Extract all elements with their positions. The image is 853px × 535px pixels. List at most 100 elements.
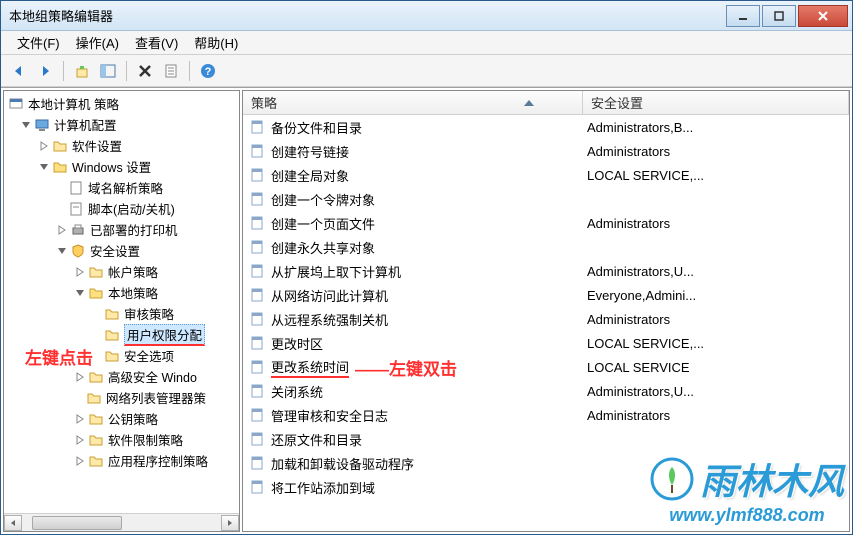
folder-icon [88, 411, 104, 427]
maximize-button[interactable] [762, 5, 796, 27]
expand-icon[interactable] [74, 434, 86, 446]
tree-network-list[interactable]: 网络列表管理器策 [4, 387, 239, 408]
expand-icon[interactable] [74, 371, 86, 383]
list-row[interactable]: 更改时区LOCAL SERVICE,... [243, 331, 849, 355]
annotation-left-click: 左键点击 [25, 344, 93, 369]
list-row[interactable]: 创建一个令牌对象 [243, 187, 849, 211]
policy-setting: Administrators [583, 408, 849, 423]
collapse-icon[interactable] [56, 245, 68, 257]
back-button[interactable] [7, 59, 31, 83]
folder-open-icon [88, 285, 104, 301]
folder-icon [104, 306, 120, 322]
folder-icon [52, 138, 68, 154]
tree-hscrollbar[interactable] [4, 513, 239, 531]
expand-icon[interactable] [74, 455, 86, 467]
forward-button[interactable] [33, 59, 57, 83]
column-label: 安全设置 [591, 93, 643, 112]
tree-software-restriction[interactable]: 软件限制策略 [4, 429, 239, 450]
tree-label: 网络列表管理器策 [106, 388, 206, 407]
tree-account-policies[interactable]: 帐户策略 [4, 261, 239, 282]
tree-app-control[interactable]: 应用程序控制策略 [4, 450, 239, 471]
policy-item-icon [249, 383, 265, 399]
scroll-left-button[interactable] [4, 515, 22, 531]
policy-name: 更改时区 [271, 334, 323, 353]
policy-setting: Administrators,U... [583, 384, 849, 399]
collapse-icon[interactable] [74, 287, 86, 299]
tree-public-key[interactable]: 公钥策略 [4, 408, 239, 429]
column-label: 策略 [251, 93, 277, 112]
tree-local-policies[interactable]: 本地策略 [4, 282, 239, 303]
menu-action[interactable]: 操作(A) [68, 31, 127, 54]
tree-software-settings[interactable]: 软件设置 [4, 135, 239, 156]
delete-button[interactable] [133, 59, 157, 83]
list-row[interactable]: 从网络访问此计算机Everyone,Admini... [243, 283, 849, 307]
list-row[interactable]: 更改系统时间——左键双击LOCAL SERVICE [243, 355, 849, 379]
scroll-thumb[interactable] [32, 516, 122, 530]
policy-setting: Administrators [583, 216, 849, 231]
up-button[interactable] [70, 59, 94, 83]
list-row[interactable]: 备份文件和目录Administrators,B... [243, 115, 849, 139]
tree-label: 域名解析策略 [88, 178, 163, 197]
policy-name: 创建一个令牌对象 [271, 190, 375, 209]
toolbar-separator [63, 61, 64, 81]
tree-security-settings[interactable]: 安全设置 [4, 240, 239, 261]
expand-icon[interactable] [38, 140, 50, 152]
collapse-icon[interactable] [20, 119, 32, 131]
tree-body: 本地计算机 策略 计算机配置 软件设置 Windows 设置 [4, 91, 239, 513]
column-policy[interactable]: 策略 [243, 91, 583, 114]
list-row[interactable]: 创建全局对象LOCAL SERVICE,... [243, 163, 849, 187]
tree-advanced-firewall[interactable]: 高级安全 Windo [4, 366, 239, 387]
list-row[interactable]: 管理审核和安全日志Administrators [243, 403, 849, 427]
tree-audit-policy[interactable]: 审核策略 [4, 303, 239, 324]
expand-icon[interactable] [74, 266, 86, 278]
properties-button[interactable] [159, 59, 183, 83]
collapse-icon[interactable] [38, 161, 50, 173]
tree-label: 高级安全 Windo [108, 367, 197, 386]
menu-file[interactable]: 文件(F) [9, 31, 68, 54]
list-row[interactable]: 创建一个页面文件Administrators [243, 211, 849, 235]
expand-icon[interactable] [74, 413, 86, 425]
titlebar: 本地组策略编辑器 [1, 1, 852, 31]
tree-label: 计算机配置 [54, 115, 117, 134]
folder-icon [88, 432, 104, 448]
list-row[interactable]: 还原文件和目录 [243, 427, 849, 451]
column-security-setting[interactable]: 安全设置 [583, 91, 849, 114]
tree-label: 软件设置 [72, 136, 122, 155]
tree-windows-settings[interactable]: Windows 设置 [4, 156, 239, 177]
policy-icon [68, 180, 84, 196]
tree-scripts[interactable]: 脚本(启动/关机) [4, 198, 239, 219]
list-row[interactable]: 从扩展坞上取下计算机Administrators,U... [243, 259, 849, 283]
tree-root[interactable]: 本地计算机 策略 [4, 93, 239, 114]
list-row[interactable]: 创建符号链接Administrators [243, 139, 849, 163]
svg-text:?: ? [205, 66, 212, 78]
tree-label: 本地计算机 策略 [28, 94, 119, 113]
help-button[interactable]: ? [196, 59, 220, 83]
menu-view[interactable]: 查看(V) [127, 31, 186, 54]
policy-item-icon [249, 167, 265, 183]
policy-name: 更改系统时间 [271, 357, 349, 378]
list-header: 策略 安全设置 [243, 91, 849, 115]
tree-label: 本地策略 [108, 283, 158, 302]
list-row[interactable]: 从远程系统强制关机Administrators [243, 307, 849, 331]
tree-deployed-printers[interactable]: 已部署的打印机 [4, 219, 239, 240]
tree-user-rights-assignment[interactable]: 用户权限分配 [4, 324, 239, 345]
close-button[interactable] [798, 5, 848, 27]
tree-name-resolution[interactable]: 域名解析策略 [4, 177, 239, 198]
tree-label: 软件限制策略 [108, 430, 183, 449]
folder-icon [88, 369, 104, 385]
show-hide-tree-button[interactable] [96, 59, 120, 83]
expand-icon[interactable] [56, 224, 68, 236]
policy-item-icon [249, 335, 265, 351]
menu-help[interactable]: 帮助(H) [186, 31, 246, 54]
minimize-button[interactable] [726, 5, 760, 27]
list-row[interactable]: 关闭系统Administrators,U... [243, 379, 849, 403]
folder-icon [104, 327, 120, 343]
list-row[interactable]: 创建永久共享对象 [243, 235, 849, 259]
console-icon [8, 96, 24, 112]
scroll-right-button[interactable] [221, 515, 239, 531]
policy-item-icon [249, 311, 265, 327]
tree-label: 已部署的打印机 [90, 220, 178, 239]
policy-setting: Administrators [583, 144, 849, 159]
tree-computer-config[interactable]: 计算机配置 [4, 114, 239, 135]
watermark-name: 雨林木风 [700, 453, 844, 505]
